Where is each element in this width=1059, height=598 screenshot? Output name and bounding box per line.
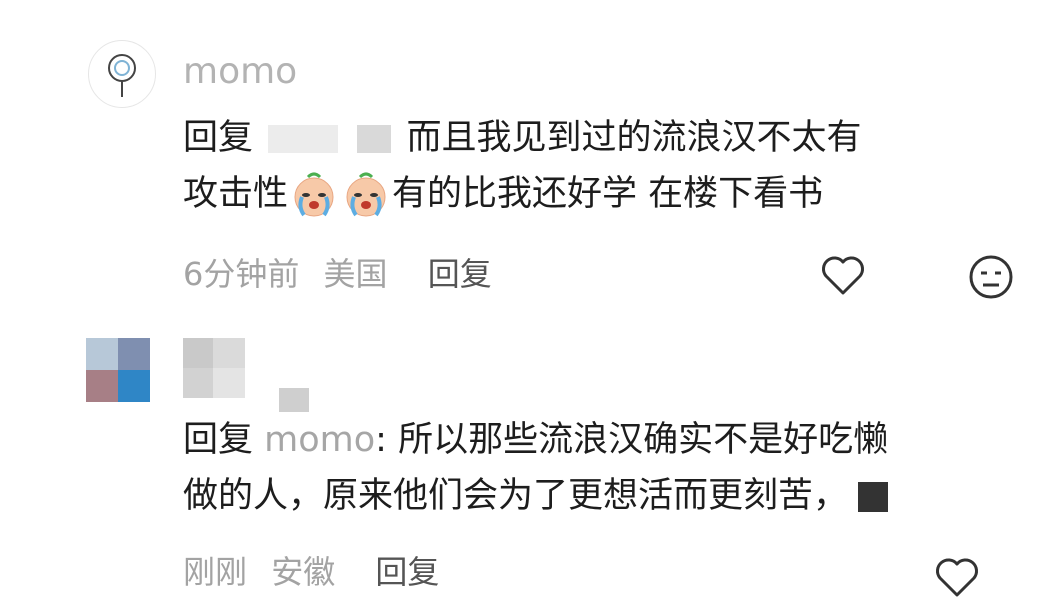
- comment-text: 回复 momo: 所以那些流浪汉确实不是好吃懒 做的人，原来他们会为了更想活而更…: [183, 412, 1013, 524]
- comment-text-line2b: 有的比我还好学 在楼下看书: [392, 174, 824, 214]
- crying-emoji-icon: [294, 172, 334, 217]
- comment-item-2: 回复 momo: 所以那些流浪汉确实不是好吃懒 做的人，原来他们会为了更想活而更…: [0, 320, 1059, 597]
- blurred-mention: [268, 125, 339, 153]
- location: 安徽: [271, 553, 336, 591]
- dislike-icon[interactable]: [968, 254, 1014, 300]
- reply-prefix: 回复: [183, 118, 254, 158]
- like-icon[interactable]: [934, 556, 980, 598]
- avatar[interactable]: [86, 338, 150, 402]
- username[interactable]: momo: [183, 50, 297, 94]
- lollipop-avatar-icon: [108, 54, 136, 97]
- reply-prefix: 回复: [183, 420, 254, 460]
- blur-square-mark: [858, 482, 889, 512]
- comment-text-line1a: : 所以那些: [375, 420, 539, 460]
- like-icon[interactable]: [820, 254, 866, 296]
- comment-item-1: momo 回复 而且我见到过的流浪汉不太有 攻击性 有的比我还好学 在楼下看书 …: [0, 0, 1059, 320]
- comment-text-line1b: 流浪汉确实不是好吃懒: [538, 420, 889, 460]
- comment-text-line1: 而且我见到过的流浪汉不太有: [406, 118, 862, 158]
- avatar[interactable]: [88, 40, 156, 108]
- reply-button[interactable]: 回复: [375, 553, 439, 591]
- comment-text-line2a: 攻击性: [183, 174, 289, 214]
- comment-meta: 6分钟前 美国 回复: [183, 254, 492, 294]
- comment-text: 回复 而且我见到过的流浪汉不太有 攻击性 有的比我还好学 在楼下看书: [183, 110, 1013, 222]
- timestamp: 刚刚: [183, 553, 248, 591]
- comment-meta: 刚刚 安徽 回复: [183, 552, 439, 592]
- location: 美国: [323, 255, 388, 293]
- blurred-username[interactable]: [183, 338, 313, 412]
- reply-button[interactable]: 回复: [428, 255, 492, 293]
- timestamp: 6分钟前: [183, 255, 300, 293]
- crying-emoji-icon: [346, 172, 386, 217]
- blurred-mention: [357, 125, 392, 153]
- comment-text-line2: 做的人，原来他们会为了更想活而更刻苦，: [183, 476, 849, 516]
- mention[interactable]: momo: [264, 420, 375, 460]
